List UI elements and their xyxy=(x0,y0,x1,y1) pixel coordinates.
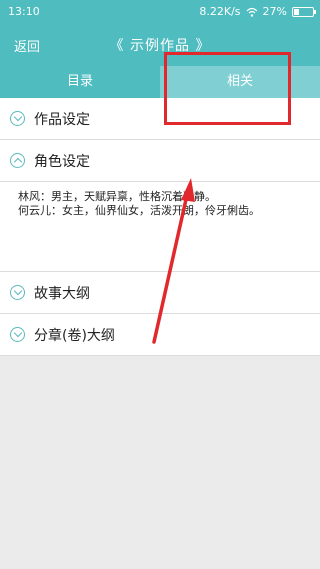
annotation-arrow xyxy=(152,178,195,344)
